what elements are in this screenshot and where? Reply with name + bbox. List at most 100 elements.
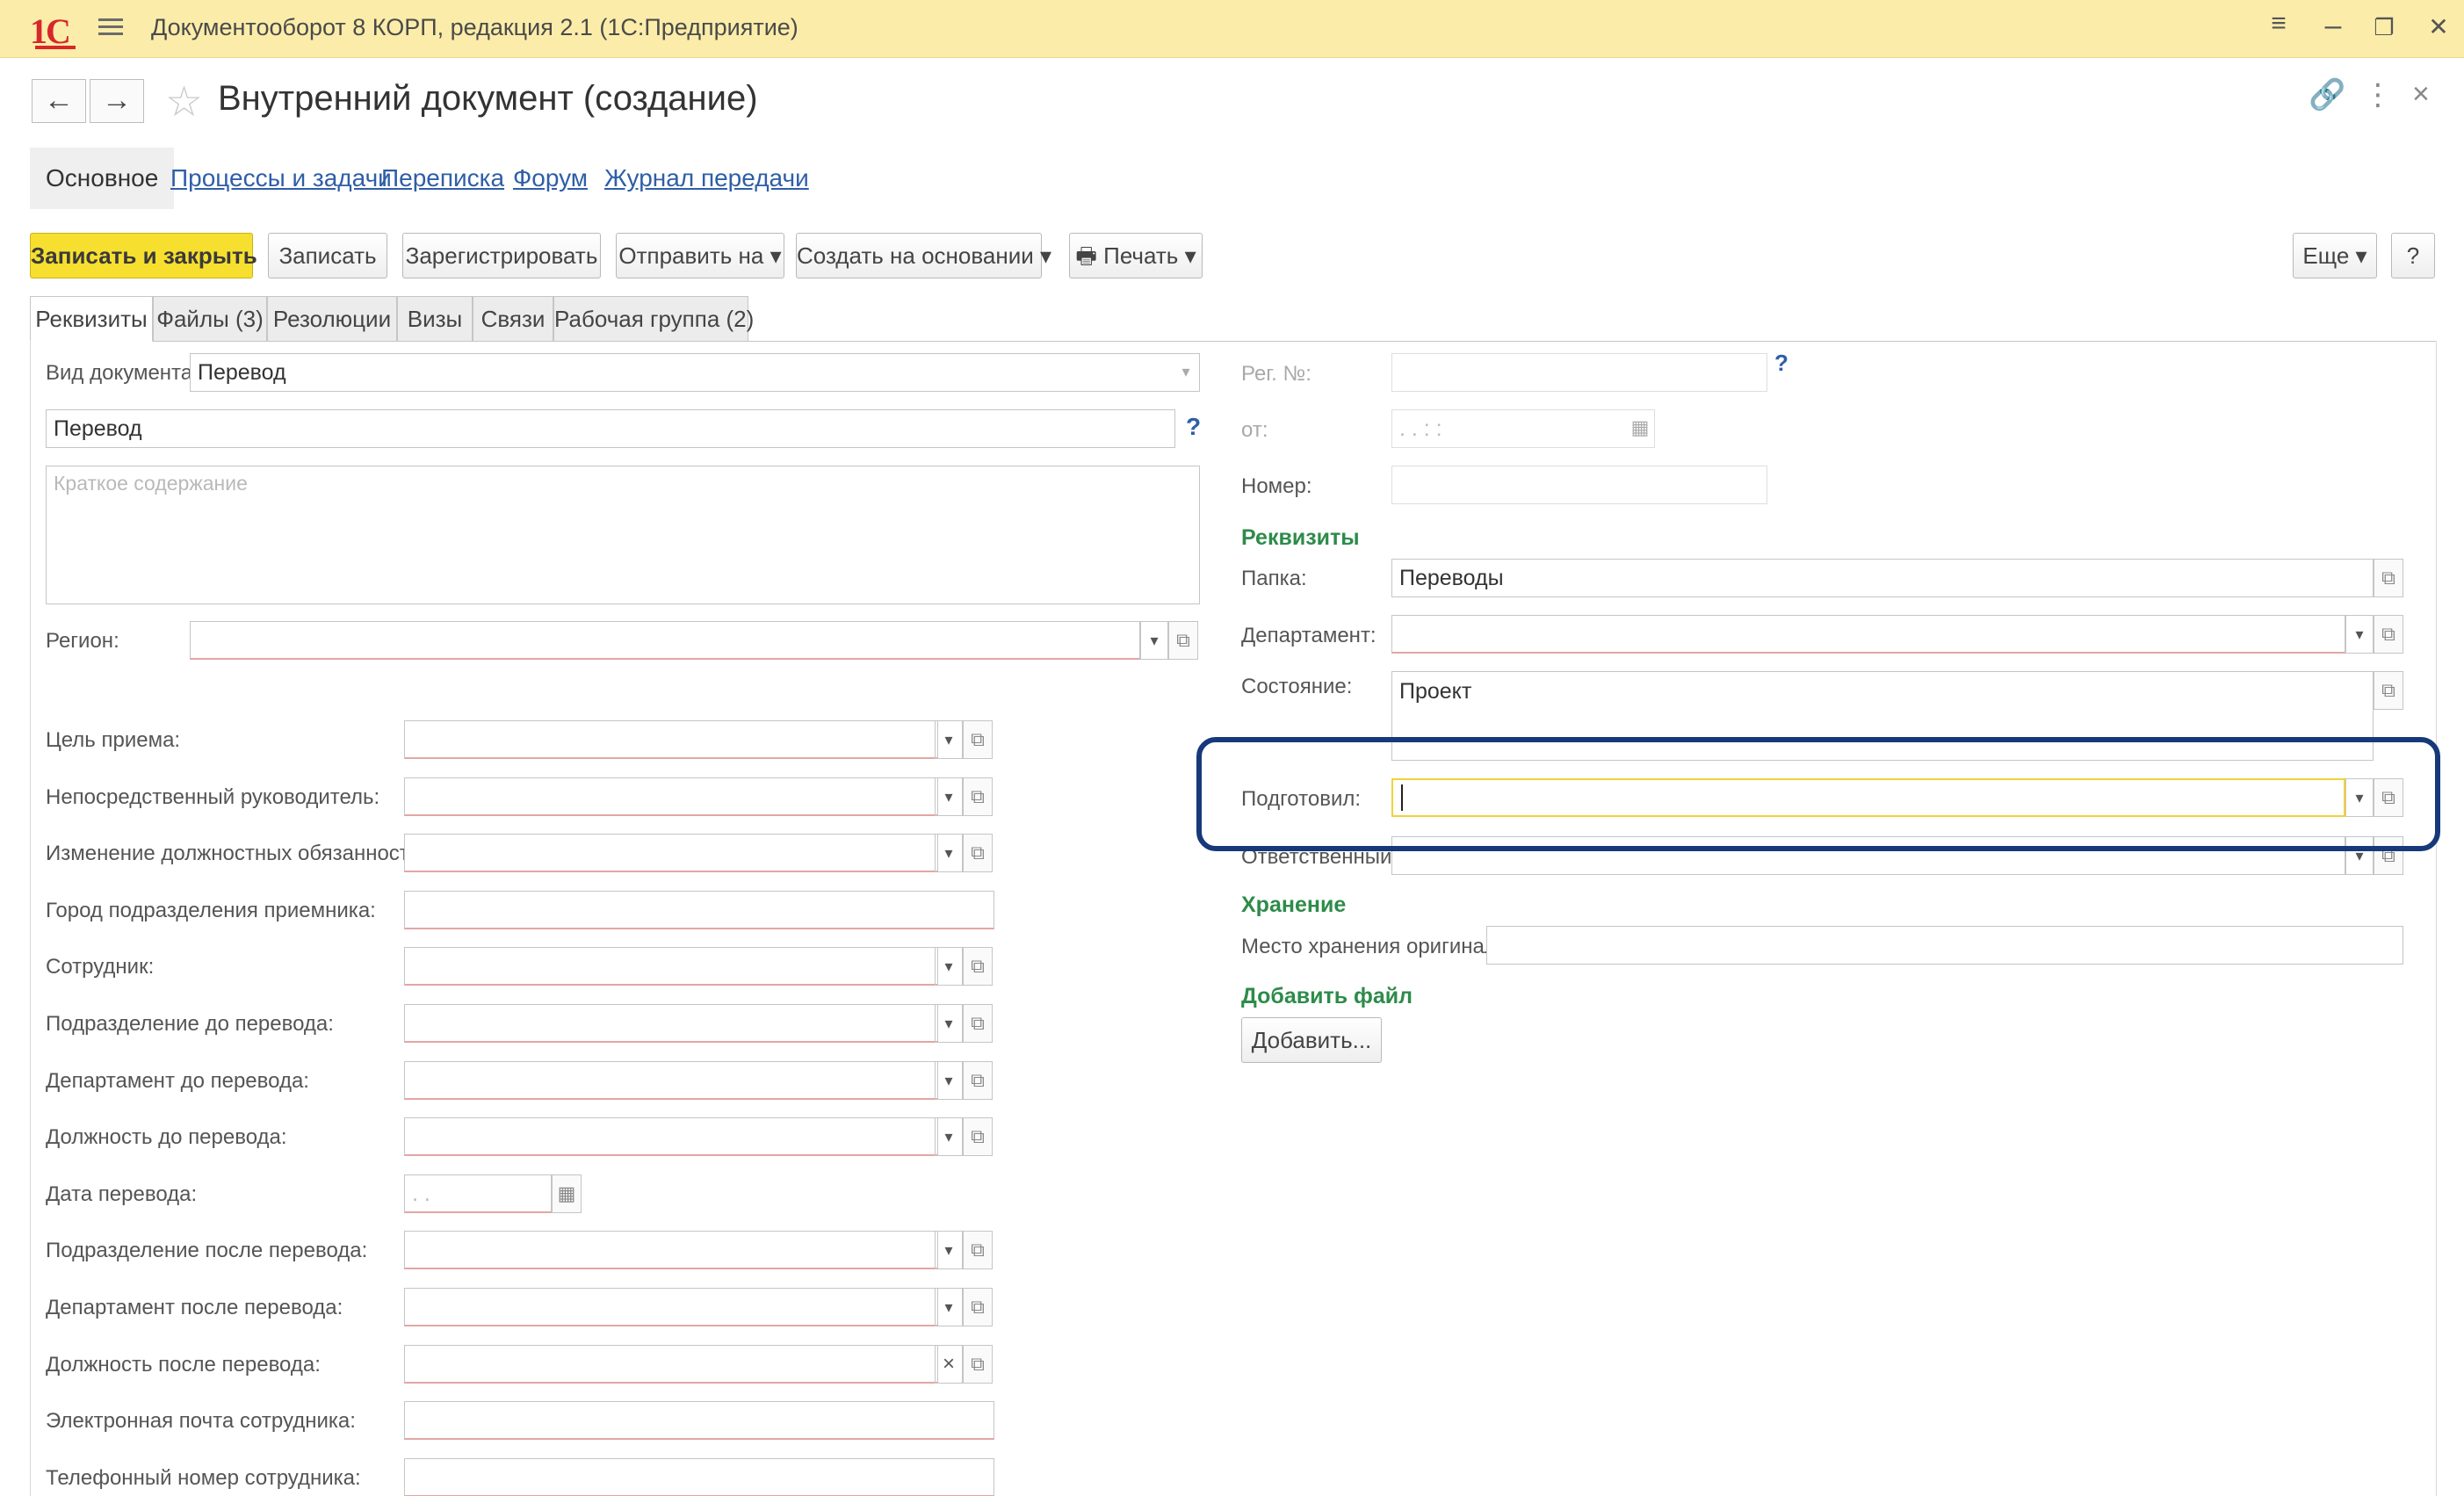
text-field[interactable] [404,1458,994,1496]
open-icon[interactable]: ⧉ [963,834,993,872]
doc-kind-field[interactable]: Перевод [190,353,1200,392]
open-icon[interactable]: ⧉ [2374,615,2403,654]
chevron-down-icon[interactable]: ▾ [2345,615,2374,654]
add-file-group-title: Добавить файл [1241,984,1413,1008]
from-date-field[interactable]: . . : : [1391,409,1655,448]
tab-files[interactable]: Файлы (3) [153,296,267,342]
more-actions-icon[interactable]: ⋮ [2363,77,2393,112]
form-border-right [2436,341,2437,1496]
field-label: Должность после перевода: [46,1353,321,1377]
chevron-down-icon[interactable]: ▾ [935,1117,963,1156]
open-icon[interactable]: ⧉ [1168,621,1198,660]
open-icon[interactable]: ⧉ [2374,671,2403,710]
tab-visas[interactable]: Визы [397,296,473,342]
open-icon[interactable]: ⧉ [963,1004,993,1043]
select-field[interactable] [404,947,938,986]
restore-icon[interactable]: ❐ [2366,14,2402,41]
print-button[interactable]: 🖶 Печать ▾ [1069,233,1203,278]
forward-button[interactable]: → [90,79,144,123]
field-label: Департамент после перевода: [46,1296,343,1319]
clear-icon[interactable]: × [935,1345,963,1384]
save-and-close-button[interactable]: Записать и закрыть [30,233,257,278]
section-main[interactable]: Основное [30,148,175,209]
open-icon[interactable]: ⧉ [963,1345,993,1384]
select-field[interactable] [404,1231,938,1269]
select-field[interactable] [404,1061,938,1100]
section-processes[interactable]: Процессы и задачи [170,148,392,209]
help-icon[interactable]: ? [1774,350,1788,377]
select-field[interactable] [404,834,938,872]
chevron-down-icon[interactable]: ▾ [1172,353,1200,392]
open-icon[interactable]: ⧉ [963,1061,993,1100]
close-window-icon[interactable]: ✕ [2421,12,2456,41]
department-field[interactable] [1391,615,2345,654]
tab-resolutions[interactable]: Резолюции [267,296,397,342]
more-button[interactable]: Еще ▾ [2293,233,2377,278]
doc-name-field[interactable]: Перевод [46,409,1175,448]
open-icon[interactable]: ⧉ [2374,559,2403,597]
summary-textarea[interactable]: Краткое содержание [46,466,1200,604]
open-icon[interactable]: ⧉ [963,1288,993,1326]
chevron-down-icon[interactable]: ▾ [935,1231,963,1269]
select-field[interactable] [404,777,938,816]
add-file-button[interactable]: Добавить... [1241,1017,1382,1063]
back-button[interactable]: ← [32,79,86,123]
text-field[interactable] [404,891,994,929]
tab-work-group[interactable]: Рабочая группа (2) [553,296,754,342]
select-field[interactable] [404,1004,938,1043]
close-form-icon[interactable]: × [2412,77,2430,112]
chevron-down-icon[interactable]: ▾ [1140,621,1168,660]
storage-field[interactable] [1486,926,2403,965]
link-icon[interactable]: 🔗 [2309,77,2345,112]
field-label: Город подразделения приемника: [46,899,376,922]
chevron-down-icon[interactable]: ▾ [935,1004,963,1043]
select-field[interactable] [404,1345,938,1384]
number-label: Номер: [1241,474,1312,498]
select-field[interactable] [404,720,938,759]
field-label: Должность до перевода: [46,1125,287,1149]
main-menu-icon[interactable] [98,14,123,40]
help-icon[interactable]: ? [1186,413,1201,441]
chevron-down-icon: ▾ [2355,242,2367,269]
open-icon[interactable]: ⧉ [963,777,993,816]
tab-links[interactable]: Связи [473,296,553,342]
field-label: Сотрудник: [46,955,155,979]
chevron-down-icon[interactable]: ▾ [935,720,963,759]
chevron-down-icon[interactable]: ▾ [935,834,963,872]
chevron-down-icon[interactable]: ▾ [935,1288,963,1326]
help-button[interactable]: ? [2391,233,2435,278]
minimize-icon[interactable]: – [2316,9,2351,43]
from-label: от: [1241,418,1268,442]
number-field[interactable] [1391,466,1767,504]
section-transfer-log[interactable]: Журнал передачи [604,148,809,209]
reg-no-field[interactable] [1391,353,1767,392]
send-to-button[interactable]: Отправить на ▾ [616,233,784,278]
chevron-down-icon[interactable]: ▾ [935,947,963,986]
create-based-on-label: Создать на основании [797,242,1034,269]
section-forum[interactable]: Форум [513,148,588,209]
date-field[interactable]: . . [404,1174,552,1213]
open-icon[interactable]: ⧉ [963,1117,993,1156]
open-icon[interactable]: ⧉ [963,947,993,986]
reg-no-label: Рег. №: [1241,362,1311,386]
menu-arrow-icon[interactable]: ≡ [2261,9,2296,39]
calendar-icon[interactable]: ▦ [552,1174,582,1213]
chevron-down-icon[interactable]: ▾ [935,777,963,816]
select-field[interactable] [404,1117,938,1156]
select-field[interactable] [404,1288,938,1326]
open-icon[interactable]: ⧉ [963,720,993,759]
favorite-star-icon[interactable]: ☆ [165,77,203,126]
save-button[interactable]: Записать [268,233,387,278]
printer-icon: 🖶 [1075,242,1097,269]
folder-field[interactable]: Переводы [1391,559,2374,597]
open-icon[interactable]: ⧉ [963,1231,993,1269]
chevron-down-icon[interactable]: ▾ [935,1061,963,1100]
text-field[interactable] [404,1401,994,1440]
section-correspondence[interactable]: Переписка [381,148,504,209]
register-button[interactable]: Зарегистрировать [402,233,601,278]
calendar-icon[interactable]: ▦ [1625,409,1655,448]
region-field[interactable] [190,621,1140,660]
create-based-on-button[interactable]: Создать на основании ▾ [796,233,1051,278]
tab-requisites[interactable]: Реквизиты [30,296,153,342]
app-logo-underline [35,46,76,49]
